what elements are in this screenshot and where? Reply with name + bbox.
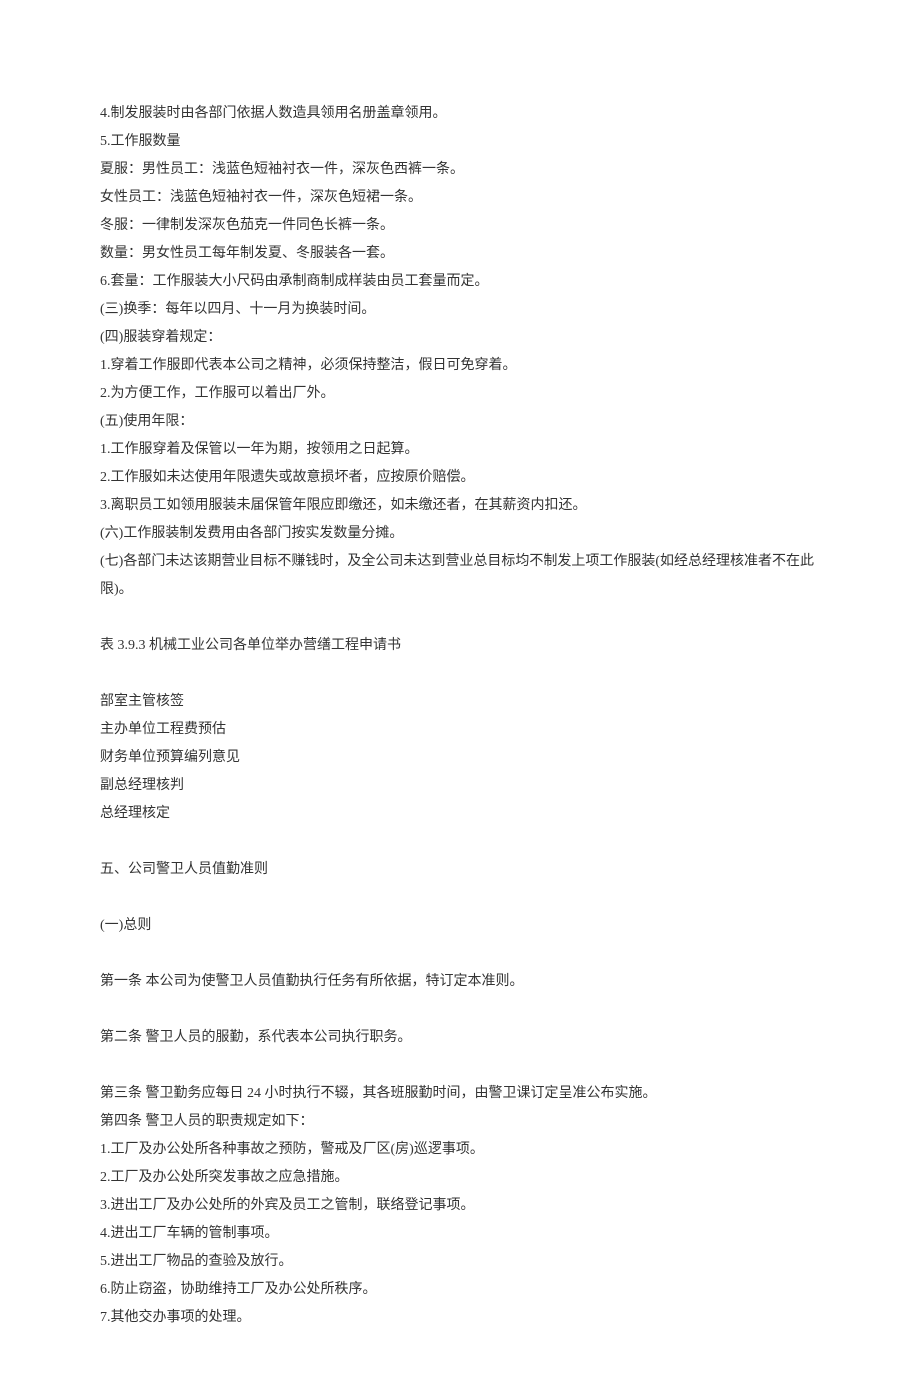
text-line: 5.进出工厂物品的查验及放行。 bbox=[100, 1248, 820, 1276]
section-5-title: 五、公司警卫人员值勤准则 bbox=[100, 856, 820, 884]
text-line: 五、公司警卫人员值勤准则 bbox=[100, 856, 820, 884]
table-row: 主办单位工程费预估 bbox=[100, 716, 820, 744]
text-line: 3.进出工厂及办公处所的外宾及员工之管制，联络登记事项。 bbox=[100, 1192, 820, 1220]
text-line: 女性员工：浅蓝色短袖衬衣一件，深灰色短裙一条。 bbox=[100, 184, 820, 212]
table-row: 部室主管核签 bbox=[100, 688, 820, 716]
text-line: 第三条 警卫勤务应每日 24 小时执行不辍，其各班服勤时间，由警卫课订定呈准公布… bbox=[100, 1080, 820, 1108]
table-title: 表 3.9.3 机械工业公司各单位举办营缮工程申请书 bbox=[100, 632, 820, 660]
table-rows: 部室主管核签 主办单位工程费预估 财务单位预算编列意见 副总经理核判 总经理核定 bbox=[100, 688, 820, 828]
text-line: 第二条 警卫人员的服勤，系代表本公司执行职务。 bbox=[100, 1024, 820, 1052]
text-line: 1.工作服穿着及保管以一年为期，按领用之日起算。 bbox=[100, 436, 820, 464]
article-3: 第三条 警卫勤务应每日 24 小时执行不辍，其各班服勤时间，由警卫课订定呈准公布… bbox=[100, 1080, 820, 1108]
text-line: 第四条 警卫人员的职责规定如下： bbox=[100, 1108, 820, 1136]
text-line: 6.套量：工作服装大小尺码由承制商制成样装由员工套量而定。 bbox=[100, 268, 820, 296]
text-line: 1.穿着工作服即代表本公司之精神，必须保持整洁，假日可免穿着。 bbox=[100, 352, 820, 380]
text-line: 7.其他交办事项的处理。 bbox=[100, 1304, 820, 1332]
text-line: 冬服：一律制发深灰色茄克一件同色长裤一条。 bbox=[100, 212, 820, 240]
text-line: 6.防止窃盗，协助维持工厂及办公处所秩序。 bbox=[100, 1276, 820, 1304]
table-row: 财务单位预算编列意见 bbox=[100, 744, 820, 772]
text-line: 2.工作服如未达使用年限遗失或故意损坏者，应按原价赔偿。 bbox=[100, 464, 820, 492]
text-line: 2.为方便工作，工作服可以着出厂外。 bbox=[100, 380, 820, 408]
text-line: 4.进出工厂车辆的管制事项。 bbox=[100, 1220, 820, 1248]
text-line: (三)换季：每年以四月、十一月为换装时间。 bbox=[100, 296, 820, 324]
text-line: 1.工厂及办公处所各种事故之预防，警戒及厂区(房)巡逻事项。 bbox=[100, 1136, 820, 1164]
document-body: 4.制发服装时由各部门依据人数造具领用名册盖章领用。 5.工作服数量 夏服：男性… bbox=[100, 100, 820, 1332]
table-row: 副总经理核判 bbox=[100, 772, 820, 800]
text-line: (六)工作服装制发费用由各部门按实发数量分摊。 bbox=[100, 520, 820, 548]
text-line: 2.工厂及办公处所突发事故之应急措施。 bbox=[100, 1164, 820, 1192]
text-line: (一)总则 bbox=[100, 912, 820, 940]
text-line: 4.制发服装时由各部门依据人数造具领用名册盖章领用。 bbox=[100, 100, 820, 128]
text-line: 数量：男女性员工每年制发夏、冬服装各一套。 bbox=[100, 240, 820, 268]
text-line: 5.工作服数量 bbox=[100, 128, 820, 156]
text-line: (四)服装穿着规定： bbox=[100, 324, 820, 352]
text-line: (五)使用年限： bbox=[100, 408, 820, 436]
article-1: 第一条 本公司为使警卫人员值勤执行任务有所依据，特订定本准则。 bbox=[100, 968, 820, 996]
article-2: 第二条 警卫人员的服勤，系代表本公司执行职务。 bbox=[100, 1024, 820, 1052]
text-line: 夏服：男性员工：浅蓝色短袖衬衣一件，深灰色西裤一条。 bbox=[100, 156, 820, 184]
text-line: 3.离职员工如领用服装未届保管年限应即缴还，如未缴还者，在其薪资内扣还。 bbox=[100, 492, 820, 520]
text-line: (七)各部门未达该期营业目标不赚钱时，及全公司未达到营业总目标均不制发上项工作服… bbox=[100, 548, 820, 604]
article-4-block: 第四条 警卫人员的职责规定如下： 1.工厂及办公处所各种事故之预防，警戒及厂区(… bbox=[100, 1108, 820, 1332]
table-row: 总经理核定 bbox=[100, 800, 820, 828]
sub-heading: (一)总则 bbox=[100, 912, 820, 940]
text-line: 第一条 本公司为使警卫人员值勤执行任务有所依据，特订定本准则。 bbox=[100, 968, 820, 996]
text-line: 表 3.9.3 机械工业公司各单位举办营缮工程申请书 bbox=[100, 632, 820, 660]
regulation-lines: 4.制发服装时由各部门依据人数造具领用名册盖章领用。 5.工作服数量 夏服：男性… bbox=[100, 100, 820, 604]
